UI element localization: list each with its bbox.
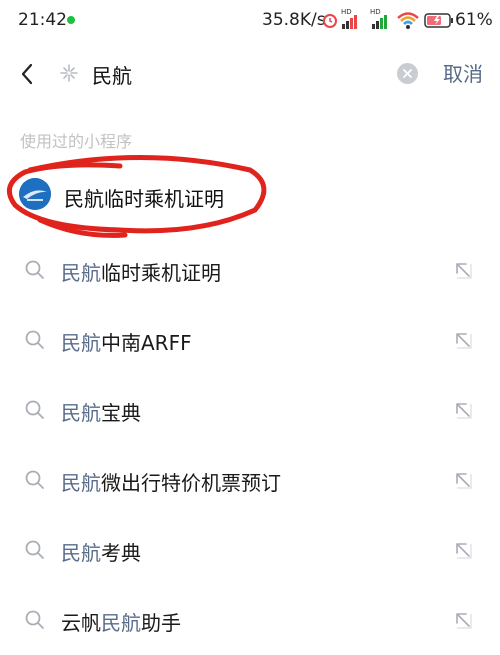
suggestion-suffix: 临时乘机证明 [101, 261, 221, 285]
suggestion-suffix: 中南ARFF [101, 331, 192, 355]
suggestion-text: 民航考典 [61, 537, 141, 566]
suggestion-highlight: 民航 [61, 541, 101, 565]
back-button[interactable] [10, 52, 44, 96]
suggestion-text: 民航临时乘机证明 [61, 257, 221, 286]
suggestion-suffix: 助手 [141, 611, 181, 635]
search-icon [25, 330, 44, 349]
network-speed: 35.8K/s [262, 10, 326, 30]
alarm-icon [323, 14, 337, 28]
fill-query-arrow-icon[interactable] [452, 329, 474, 351]
suggestion-highlight: 民航 [101, 611, 141, 635]
suggestion-row[interactable]: 民航临时乘机证明 [0, 235, 500, 305]
cancel-button[interactable]: 取消 [443, 58, 483, 87]
clock: 21:42 [18, 10, 67, 30]
notification-dot-icon [67, 16, 75, 24]
suggestion-highlight: 民航 [61, 261, 101, 285]
fill-query-arrow-icon[interactable] [452, 259, 474, 281]
close-icon [403, 69, 412, 78]
fill-query-arrow-icon[interactable] [452, 539, 474, 561]
suggestion-text: 云帆民航助手 [61, 607, 181, 636]
search-header: 民航 取消 [0, 44, 500, 104]
suggestion-text: 民航中南ARFF [61, 327, 192, 356]
suggestion-highlight: 民航 [61, 401, 101, 425]
status-bar: 21:42 35.8K/s HD HD 61% [0, 0, 500, 40]
search-icon [25, 540, 44, 559]
section-title: 使用过的小程序 [20, 132, 133, 151]
suggestion-highlight: 民航 [61, 471, 101, 495]
hd-label-1: HD [341, 8, 352, 16]
mini-program-logo [19, 178, 51, 210]
fill-query-arrow-icon[interactable] [452, 399, 474, 421]
hd-label-2: HD [370, 8, 381, 16]
suggestion-row[interactable]: 民航中南ARFF [0, 305, 500, 375]
search-icon [25, 260, 44, 279]
used-mini-program-item[interactable]: 民航临时乘机证明 [0, 165, 500, 227]
suggestion-row[interactable]: 民航宝典 [0, 375, 500, 445]
suggestion-text: 民航宝典 [61, 397, 141, 426]
battery-percent: 61% [455, 10, 493, 30]
suggestion-row[interactable]: 民航微出行特价机票预订 [0, 445, 500, 515]
battery-icon [424, 13, 453, 28]
sparkle-icon [60, 64, 78, 82]
search-icon [25, 610, 44, 629]
chevron-left-icon [21, 63, 33, 85]
search-icon [25, 470, 44, 489]
clear-search-button[interactable] [397, 63, 418, 84]
mini-program-name: 民航临时乘机证明 [64, 187, 224, 211]
suggestion-row[interactable]: 云帆民航助手 [0, 585, 500, 655]
search-input[interactable]: 民航 [92, 60, 132, 89]
suggestion-suffix: 宝典 [101, 401, 141, 425]
suggestion-suffix: 考典 [101, 541, 141, 565]
suggestion-prefix: 云帆 [61, 611, 101, 635]
search-icon [25, 400, 44, 419]
fill-query-arrow-icon[interactable] [452, 469, 474, 491]
suggestion-suffix: 微出行特价机票预订 [101, 471, 281, 495]
fill-query-arrow-icon[interactable] [452, 609, 474, 631]
suggestion-highlight: 民航 [61, 331, 101, 355]
suggestion-text: 民航微出行特价机票预订 [61, 467, 281, 496]
suggestion-row[interactable]: 民航考典 [0, 515, 500, 585]
wifi-icon [397, 12, 419, 29]
